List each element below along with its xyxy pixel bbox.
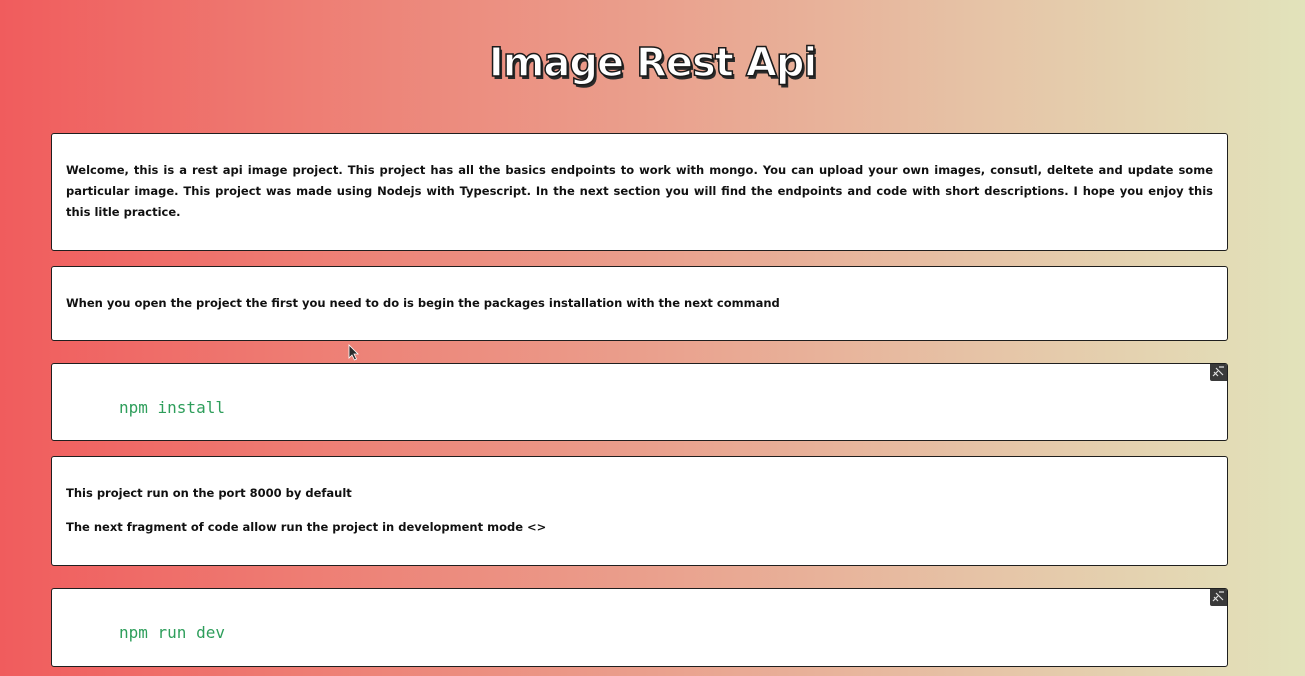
copy-button[interactable] xyxy=(1210,589,1227,606)
install-info-card: When you open the project the first you … xyxy=(51,266,1228,341)
page-title: Image Rest Api xyxy=(488,39,818,87)
port-info-card: This project run on the port 8000 by def… xyxy=(51,456,1228,566)
port-info-text: This project run on the port 8000 by def… xyxy=(66,486,352,500)
intro-card: Welcome, this is a rest api image projec… xyxy=(51,133,1228,251)
mouse-cursor-icon xyxy=(348,344,359,361)
install-info-text: When you open the project the first you … xyxy=(66,296,780,310)
copy-icon xyxy=(1212,366,1224,377)
install-code-block: npm install xyxy=(51,363,1228,441)
intro-text: Welcome, this is a rest api image projec… xyxy=(66,163,1213,219)
install-command[interactable]: npm install xyxy=(119,398,225,417)
dev-mode-info-text: The next fragment of code allow run the … xyxy=(66,520,547,534)
dev-code-block: npm run dev xyxy=(51,588,1228,667)
copy-icon xyxy=(1212,591,1224,602)
copy-button[interactable] xyxy=(1210,364,1227,381)
dev-command[interactable]: npm run dev xyxy=(119,623,225,642)
